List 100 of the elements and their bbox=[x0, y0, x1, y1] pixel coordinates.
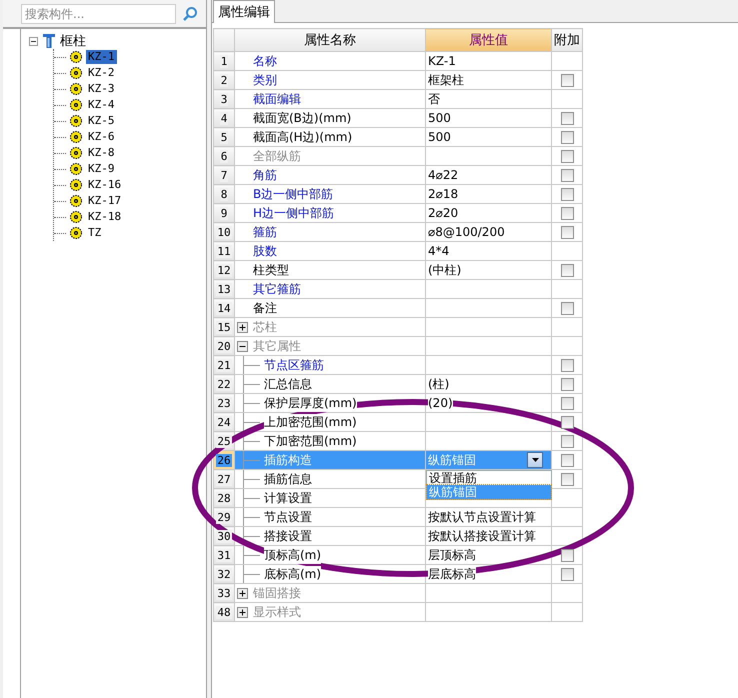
property-value: 2⌀18 bbox=[428, 187, 458, 201]
property-name: 汇总信息 bbox=[264, 376, 312, 392]
gear-icon bbox=[70, 147, 82, 159]
expand-toggle[interactable] bbox=[237, 322, 248, 332]
property-name: 截面编辑 bbox=[253, 90, 301, 108]
column-header: 属性名称 bbox=[234, 28, 426, 52]
tree-item[interactable]: KZ-5 bbox=[86, 114, 116, 128]
property-value: 层底标高 bbox=[428, 566, 476, 582]
property-name: 保护层厚度(mm) bbox=[264, 394, 357, 412]
row-number: 6 bbox=[220, 150, 228, 162]
search-icon[interactable] bbox=[182, 6, 198, 22]
gear-icon bbox=[70, 99, 82, 111]
checkbox[interactable] bbox=[560, 454, 574, 468]
checkbox[interactable] bbox=[560, 112, 574, 126]
tree-item[interactable]: KZ-8 bbox=[86, 146, 116, 160]
property-name: 节点设置 bbox=[264, 508, 312, 526]
row-number: 21 bbox=[216, 358, 232, 372]
checkbox[interactable] bbox=[560, 150, 574, 164]
row-number: 10 bbox=[216, 226, 232, 238]
checkbox[interactable] bbox=[560, 188, 574, 202]
checkbox[interactable] bbox=[560, 226, 574, 240]
gear-icon bbox=[70, 83, 82, 95]
row-number: 22 bbox=[216, 378, 232, 390]
row-number: 27 bbox=[216, 472, 232, 486]
tree-item[interactable]: KZ-3 bbox=[86, 82, 116, 96]
checkbox[interactable] bbox=[560, 568, 574, 582]
property-name: 节点区箍筋 bbox=[264, 356, 324, 374]
checkbox[interactable] bbox=[560, 359, 574, 372]
property-name: 肢数 bbox=[253, 242, 277, 260]
row-number: 48 bbox=[216, 606, 232, 618]
checkbox[interactable] bbox=[560, 435, 574, 448]
property-name: 计算设置 bbox=[264, 490, 312, 506]
checkbox[interactable] bbox=[560, 264, 574, 278]
property-name: B边一侧中部筋 bbox=[253, 186, 334, 202]
row-number: 25 bbox=[216, 434, 232, 448]
tree-item[interactable]: KZ-1 bbox=[86, 50, 116, 64]
row-number: 28 bbox=[216, 492, 232, 504]
dropdown-button[interactable] bbox=[527, 452, 543, 468]
row-number: 3 bbox=[220, 92, 228, 106]
column-icon bbox=[42, 33, 56, 49]
row-number: 9 bbox=[220, 206, 228, 220]
row-number: 20 bbox=[216, 340, 232, 352]
checkbox[interactable] bbox=[560, 549, 574, 562]
property-name: 截面宽(B边)(mm) bbox=[253, 110, 352, 126]
tree-item[interactable]: KZ-18 bbox=[86, 210, 124, 224]
property-name: 底标高(m) bbox=[264, 566, 322, 582]
expand-toggle[interactable] bbox=[237, 340, 248, 352]
property-name: 插筋信息 bbox=[264, 470, 312, 488]
tree-item[interactable]: KZ-6 bbox=[86, 130, 116, 144]
row-number: 26 bbox=[216, 454, 232, 466]
property-value: 4⌀22 bbox=[428, 168, 458, 182]
tree-item[interactable]: KZ-2 bbox=[86, 66, 116, 80]
checkbox[interactable] bbox=[560, 169, 574, 182]
property-name: 其它属性 bbox=[253, 338, 301, 354]
gear-icon bbox=[70, 211, 82, 223]
row-number: 33 bbox=[216, 586, 232, 600]
checkbox[interactable] bbox=[560, 131, 574, 144]
property-value: (20) bbox=[428, 396, 453, 410]
tree-item[interactable]: TZ bbox=[86, 226, 104, 240]
row-number: 8 bbox=[220, 188, 228, 200]
row-number: 2 bbox=[220, 74, 228, 86]
checkbox[interactable] bbox=[560, 378, 574, 392]
column-header: 附加 bbox=[552, 28, 582, 52]
checkbox[interactable] bbox=[560, 207, 574, 220]
property-name: 类别 bbox=[253, 72, 277, 88]
checkbox[interactable] bbox=[560, 473, 574, 486]
checkbox[interactable] bbox=[560, 416, 574, 430]
row-number: 7 bbox=[220, 168, 228, 182]
property-name: 插筋构造 bbox=[264, 452, 312, 468]
row-number: 23 bbox=[216, 396, 232, 410]
tree-item[interactable]: KZ-9 bbox=[86, 162, 116, 176]
row-number: 5 bbox=[220, 130, 228, 144]
property-name: 下加密范围(mm) bbox=[264, 432, 357, 450]
property-name: 截面高(H边)(mm) bbox=[253, 128, 352, 146]
gear-icon bbox=[70, 115, 82, 127]
property-value: (中柱) bbox=[428, 262, 462, 278]
property-value: 4*4 bbox=[428, 244, 450, 258]
gear-icon bbox=[70, 51, 82, 63]
expand-toggle[interactable] bbox=[237, 606, 248, 618]
expand-toggle[interactable] bbox=[237, 588, 248, 598]
property-name: 显示样式 bbox=[253, 604, 301, 620]
row-number: 32 bbox=[216, 568, 232, 580]
tab[interactable]: 属性编辑 bbox=[213, 0, 275, 23]
checkbox[interactable] bbox=[560, 302, 574, 316]
tree-item[interactable]: KZ-16 bbox=[86, 178, 124, 192]
checkbox[interactable] bbox=[560, 397, 574, 410]
tree-item[interactable]: 框柱 bbox=[60, 32, 86, 50]
tree-item[interactable]: KZ-17 bbox=[86, 194, 124, 208]
property-name: 名称 bbox=[253, 52, 277, 70]
search-field[interactable]: 搜索构件... bbox=[21, 4, 176, 24]
property-value: 层顶标高 bbox=[428, 546, 476, 564]
property-name: H边一侧中部筋 bbox=[253, 204, 334, 222]
row-number: 13 bbox=[216, 282, 232, 296]
property-name: 芯柱 bbox=[253, 318, 277, 336]
collapse-toggle[interactable] bbox=[29, 36, 38, 46]
gear-icon bbox=[70, 227, 82, 239]
checkbox[interactable] bbox=[560, 74, 574, 88]
tree-item[interactable]: KZ-4 bbox=[86, 98, 116, 112]
property-value: ⌀8@100/200 bbox=[428, 225, 505, 239]
row-number: 31 bbox=[216, 548, 232, 562]
